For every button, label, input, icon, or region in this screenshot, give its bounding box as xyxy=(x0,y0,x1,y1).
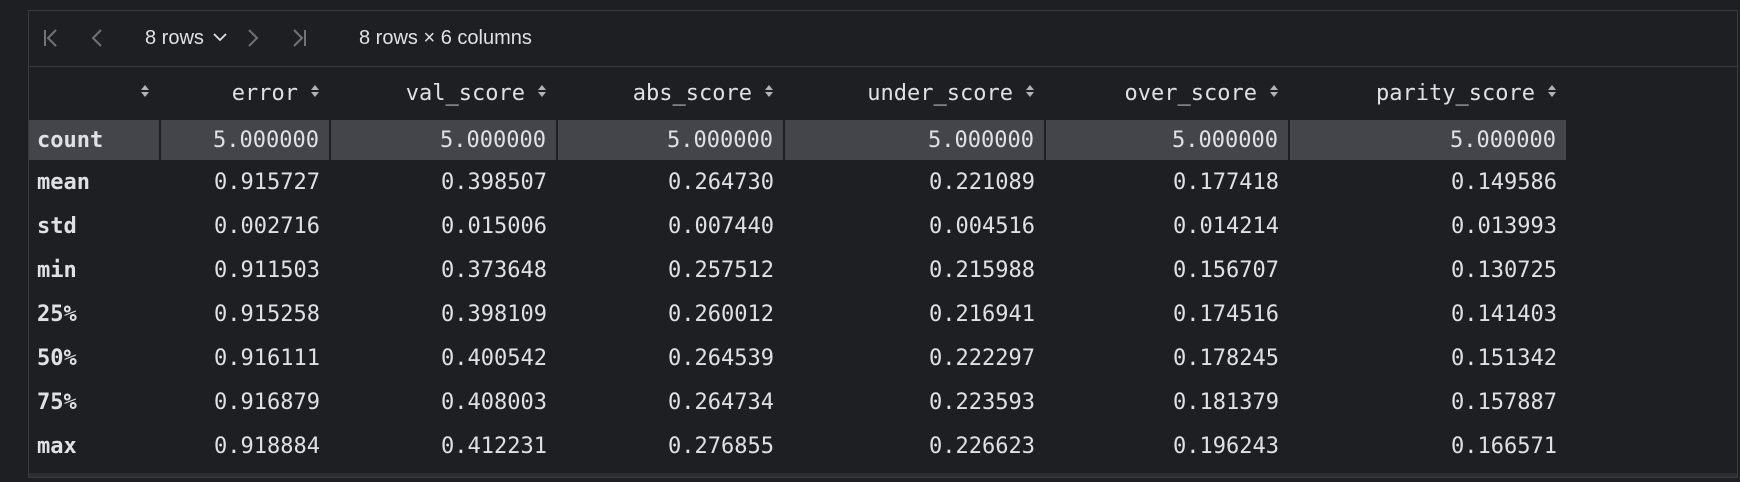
table-cell[interactable]: 5.000000 xyxy=(557,120,785,160)
table-cell[interactable]: 0.007440 xyxy=(557,204,784,248)
table-cell[interactable]: 0.002716 xyxy=(160,204,330,248)
table-cell[interactable]: 0.166571 xyxy=(1289,424,1567,468)
table-row[interactable]: 50% 0.916111 0.400542 0.264539 0.222297 0.178… xyxy=(29,336,1567,380)
chevron-down-icon xyxy=(212,25,228,53)
table-cell[interactable]: 0.156707 xyxy=(1045,248,1289,292)
table-cell[interactable]: 0.911503 xyxy=(160,248,330,292)
column-header-abs-score[interactable]: abs_score xyxy=(557,68,784,120)
table-cell[interactable]: 0.916879 xyxy=(160,380,330,424)
row-index-cell[interactable]: mean xyxy=(29,160,160,204)
table-cell[interactable]: 0.174516 xyxy=(1045,292,1289,336)
column-header-error[interactable]: error xyxy=(160,68,330,120)
table-cell[interactable]: 0.915727 xyxy=(160,160,330,204)
prev-page-icon[interactable] xyxy=(85,25,111,51)
table-cell[interactable]: 0.222297 xyxy=(784,336,1045,380)
table-cell[interactable]: 0.373648 xyxy=(330,248,557,292)
table-cell[interactable]: 0.157887 xyxy=(1289,380,1567,424)
table-cell[interactable]: 0.151342 xyxy=(1289,336,1567,380)
column-header-label: under_score xyxy=(867,81,1013,107)
horizontal-scrollbar[interactable] xyxy=(29,473,1737,477)
row-index-cell[interactable]: min xyxy=(29,248,160,292)
row-index-cell[interactable]: 50% xyxy=(29,336,160,380)
sort-icon[interactable] xyxy=(764,80,774,105)
sort-icon[interactable] xyxy=(1269,80,1279,105)
row-index-cell[interactable]: 75% xyxy=(29,380,160,424)
sort-icon[interactable] xyxy=(537,80,547,105)
table-row[interactable]: 25% 0.915258 0.398109 0.260012 0.216941 0.174… xyxy=(29,292,1567,336)
table-cell[interactable]: 0.276855 xyxy=(557,424,784,468)
table-cell[interactable]: 0.004516 xyxy=(784,204,1045,248)
column-header-over-score[interactable]: over_score xyxy=(1045,68,1289,120)
table-cell[interactable]: 0.196243 xyxy=(1045,424,1289,468)
table-row[interactable]: count 5.000000 5.000000 5.000000 5.000000 5.0… xyxy=(29,120,1568,160)
table-row[interactable]: std 0.002716 0.015006 0.007440 0.004516 0.014… xyxy=(29,204,1567,248)
table-row[interactable]: min 0.911503 0.373648 0.257512 0.215988 0.156… xyxy=(29,248,1567,292)
table-row[interactable]: 75% 0.916879 0.408003 0.264734 0.223593 0.181… xyxy=(29,380,1567,424)
column-header-label: error xyxy=(231,81,298,107)
column-header-under-score[interactable]: under_score xyxy=(784,68,1045,120)
column-header-label: val_score xyxy=(405,81,525,107)
row-index-cell[interactable]: std xyxy=(29,204,160,248)
table-cell[interactable]: 0.264730 xyxy=(557,160,784,204)
column-header-val-score[interactable]: val_score xyxy=(330,68,557,120)
table-cell[interactable]: 0.177418 xyxy=(1045,160,1289,204)
sort-icon[interactable] xyxy=(1025,80,1035,105)
table-cell[interactable]: 0.398109 xyxy=(330,292,557,336)
table-cell[interactable]: 0.013993 xyxy=(1289,204,1567,248)
table-row[interactable]: max 0.918884 0.412231 0.276855 0.226623 0.196… xyxy=(29,424,1567,468)
table-cell[interactable]: 5.000000 xyxy=(330,120,558,160)
row-index-cell[interactable]: 25% xyxy=(29,292,160,336)
table-cell[interactable]: 0.264734 xyxy=(557,380,784,424)
sort-icon[interactable] xyxy=(1547,80,1557,105)
table-cell[interactable]: 0.226623 xyxy=(784,424,1045,468)
table-cell[interactable]: 0.216941 xyxy=(784,292,1045,336)
rows-per-page-dropdown[interactable]: 8 rows xyxy=(145,24,228,52)
header-row: error val_score abs_score under_score over_s… xyxy=(29,68,1567,120)
first-page-icon[interactable] xyxy=(39,25,65,51)
table-cell[interactable]: 0.400542 xyxy=(330,336,557,380)
table-cell[interactable]: 5.000000 xyxy=(1289,120,1568,160)
data-table: error val_score abs_score under_score over_s… xyxy=(29,68,1568,468)
rows-per-page-label: 8 rows xyxy=(145,27,204,49)
table-row[interactable]: mean 0.915727 0.398507 0.264730 0.221089 0.17… xyxy=(29,160,1567,204)
sort-icon[interactable] xyxy=(140,80,150,105)
pagination-toolbar: 8 rows 8 rows × 6 columns xyxy=(29,11,1737,67)
table-cell[interactable]: 0.412231 xyxy=(330,424,557,468)
table-cell[interactable]: 0.915258 xyxy=(160,292,330,336)
table-cell[interactable]: 0.260012 xyxy=(557,292,784,336)
table-cell[interactable]: 0.221089 xyxy=(784,160,1045,204)
sort-icon[interactable] xyxy=(310,80,320,105)
table-cell[interactable]: 0.257512 xyxy=(557,248,784,292)
table-dimensions-label: 8 rows × 6 columns xyxy=(359,27,532,49)
row-index-cell[interactable]: count xyxy=(29,120,161,160)
table-cell[interactable]: 0.918884 xyxy=(160,424,330,468)
table-cell[interactable]: 0.014214 xyxy=(1045,204,1289,248)
column-header-label: over_score xyxy=(1124,81,1257,107)
table-cell[interactable]: 0.130725 xyxy=(1289,248,1567,292)
table-cell[interactable]: 0.181379 xyxy=(1045,380,1289,424)
table-cell[interactable]: 5.000000 xyxy=(160,120,331,160)
table-cell[interactable]: 0.223593 xyxy=(784,380,1045,424)
column-header-label: parity_score xyxy=(1376,81,1535,107)
table-cell[interactable]: 0.015006 xyxy=(330,204,557,248)
next-page-icon[interactable] xyxy=(239,25,265,51)
column-header-label: abs_score xyxy=(632,81,752,107)
column-header-parity-score[interactable]: parity_score xyxy=(1289,68,1567,120)
table-cell[interactable]: 0.149586 xyxy=(1289,160,1567,204)
table-cell[interactable]: 0.264539 xyxy=(557,336,784,380)
table-cell[interactable]: 0.398507 xyxy=(330,160,557,204)
table-cell[interactable]: 0.178245 xyxy=(1045,336,1289,380)
table-cell[interactable]: 5.000000 xyxy=(1045,120,1290,160)
table-body: count 5.000000 5.000000 5.000000 5.000000 5.0… xyxy=(29,120,1568,468)
table-cell[interactable]: 0.141403 xyxy=(1289,292,1567,336)
table-cell[interactable]: 5.000000 xyxy=(784,120,1046,160)
dataframe-viewer: 8 rows 8 rows × 6 columns error val_score… xyxy=(28,10,1738,478)
table-cell[interactable]: 0.215988 xyxy=(784,248,1045,292)
table-cell[interactable]: 0.916111 xyxy=(160,336,330,380)
index-column-header[interactable] xyxy=(29,68,160,120)
last-page-icon[interactable] xyxy=(285,25,311,51)
table-cell[interactable]: 0.408003 xyxy=(330,380,557,424)
row-index-cell[interactable]: max xyxy=(29,424,160,468)
